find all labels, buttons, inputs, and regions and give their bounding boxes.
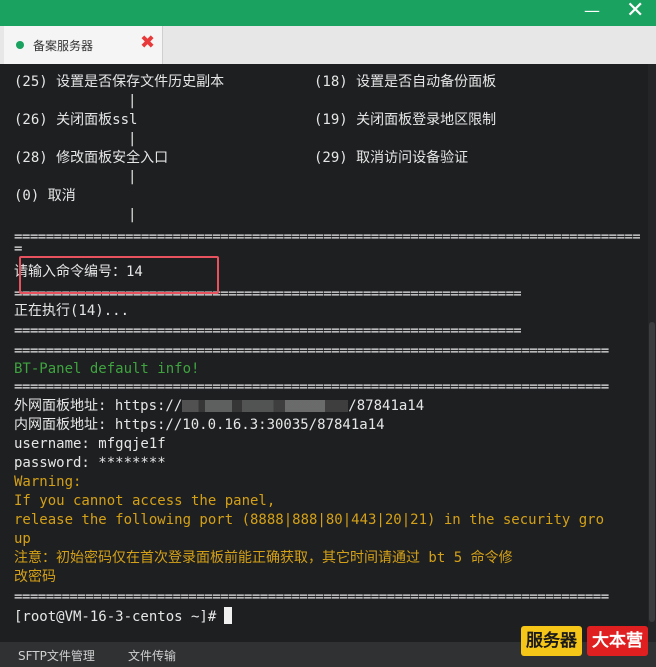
tab-bar: 备案服务器 ✖ [0,26,656,64]
executing-line: 正在执行(14)... [14,303,130,319]
text-cursor [224,607,233,624]
cursor-trail: | [128,131,137,147]
external-address-label: 外网面板地址: https:// [14,398,183,414]
menu-item-0: (0) 取消 [14,188,76,204]
cursor-trail: | [128,93,137,109]
separator-line: ========================================… [14,346,609,356]
warning-line-1: If you cannot access the panel, [14,493,276,509]
note-line-1: 注意：初始密码仅在首次登录面板前能正确获取，其它时间请通过 bt 5 命令修 [14,550,513,566]
file-transfer-button[interactable]: 文件传输 [128,647,176,664]
scrollbar-thumb[interactable] [649,322,655,622]
tab-server[interactable]: 备案服务器 ✖ [4,26,163,64]
shell-prompt: [root@VM-16-3-centos ~]# [14,609,217,625]
separator-line: ========================================… [14,232,641,242]
watermark-logo-part2: 大本营 [587,626,648,656]
menu-item-26: (26) 关闭面板ssl [14,112,138,128]
connection-status-icon [16,41,24,49]
annotation-highlight-box [19,256,219,294]
masked-ip [182,400,349,412]
note-line-2: 改密码 [14,569,56,585]
internal-address-line: 内网面板地址: https://10.0.16.3:30035/87841a14 [14,417,385,433]
warning-line-2: release the following port (8888|888|80|… [14,512,605,528]
tab-close-icon[interactable]: ✖ [140,33,155,53]
watermark-logo-part1: 服务器 [521,626,582,656]
menu-item-28: (28) 修改面板安全入口 [14,150,169,166]
separator-stub: = [14,244,22,254]
terminal-output[interactable]: (25) 设置是否保存文件历史副本 (18) 设置是否自动备份面板 | (26)… [0,64,648,642]
separator-line: ========================================… [14,326,522,336]
cursor-trail: | [128,169,137,185]
menu-item-18: (18) 设置是否自动备份面板 [314,74,497,90]
warning-line-3: up [14,531,31,547]
menu-item-25: (25) 设置是否保存文件历史副本 [14,74,225,90]
separator-line: ========================================… [14,382,609,392]
sftp-file-manager-button[interactable]: SFTP文件管理 [18,647,95,664]
cursor-trail: | [128,207,137,223]
shell-prompt-line[interactable]: [root@VM-16-3-centos ~]# [14,607,233,627]
menu-item-29: (29) 取消访问设备验证 [314,150,469,166]
warning-title: Warning: [14,474,82,490]
window-titlebar: — ✕ [0,0,656,26]
panel-info-title: BT-Panel default info! [14,361,200,377]
menu-item-19: (19) 关闭面板登录地区限制 [314,112,497,128]
external-address-line: 外网面板地址: https:// /87841a14 [14,397,424,416]
close-window-icon[interactable]: ✕ [626,0,646,22]
password-line: password: ******** [14,455,166,471]
external-address-suffix: /87841a14 [348,398,425,414]
tab-label: 备案服务器 [33,39,94,53]
terminal-scrollbar[interactable] [648,64,656,642]
separator-line: ========================================… [14,592,609,602]
minimize-icon[interactable]: — [584,3,600,19]
username-line: username: mfgqje1f [14,436,166,452]
